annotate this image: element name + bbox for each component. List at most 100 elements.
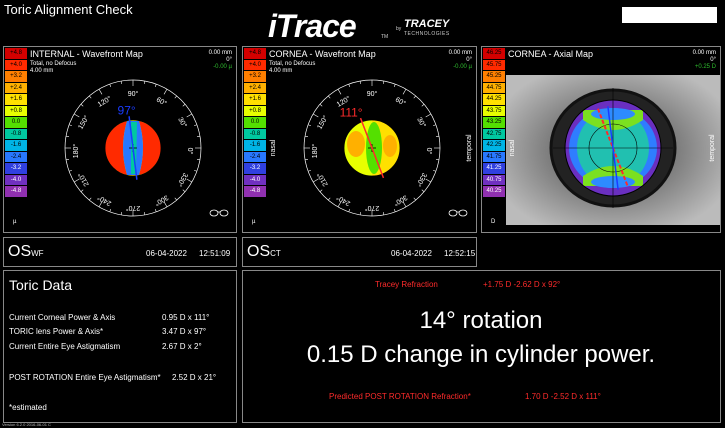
logo-company: TRACEY [404,18,450,30]
scale-step: 40.75 [483,174,505,186]
scale-step: 0.0 [5,117,27,129]
map-info: Total, no Defocus [269,61,316,67]
cornea-axial-panel[interactable]: 46.25 45.75 45.25 44.75 44.25 43.75 43.25 42.75… [481,46,721,233]
map-angle: 0° [710,57,716,63]
toric-title: Toric Data [9,277,73,293]
scale-step: +1.6 [244,94,266,106]
toric-row-value: 2.67 D x 2° [162,342,202,351]
eye-label-ct: OSCT [247,243,281,261]
version-text: Version 6.2.0 2016-06-01 C [2,422,51,427]
scale-step: -3.2 [244,163,266,175]
scale-step: -2.4 [244,151,266,163]
rotation-result-panel: Tracey Refraction +1.75 D -2.62 D x 92° … [242,270,721,423]
axial-map: nasal temporal [506,75,720,225]
degree-label: 90° [128,90,139,98]
degree-label: 0° [425,148,433,155]
degree-label: 300° [153,193,170,207]
logo-company-sub: TECHNOLOGIES [404,31,450,37]
degree-label: 120° [96,94,113,108]
scale-step: +2.4 [244,82,266,94]
scale-step: +0.8 [5,105,27,117]
eye-label: OS [247,243,271,260]
scale-step: -4.0 [244,174,266,186]
predicted-refraction-label: Predicted POST ROTATION Refraction* [329,392,471,401]
map-title: CORNEA - Wavefront Map [269,49,376,59]
rotation-headline: 14° rotation [419,307,543,334]
map-info: Total, no Defocus [30,61,77,67]
toric-row-value: 2.52 D x 21° [172,373,217,382]
window-title: Toric Alignment Check [4,2,133,17]
scale-unit: µ [13,219,17,225]
degree-label: 60° [155,96,168,108]
eye-label-wf: OSWF [8,243,44,261]
toric-row-label: POST ROTATION Entire Eye Astigmatism* [9,373,161,382]
scale-step: 44.75 [483,82,505,94]
scale-unit: µ [252,219,256,225]
toric-row-value: 3.47 D x 97° [162,327,207,336]
scale-step: 42.75 [483,128,505,140]
temporal-label: temporal [709,134,716,162]
eye-label: OS [8,243,32,260]
tracey-refraction-value: +1.75 D -2.62 D x 92° [483,280,561,289]
degree-label: 180° [72,144,80,159]
nasal-label: nasal [509,139,516,156]
scale-step: -0.8 [5,128,27,140]
nasal-label: nasal [270,139,277,156]
scale-step: +4.8 [5,48,27,60]
color-scale: +4.8 +4.0 +3.2 +2.4 +1.6 +0.8 0.0 -0.8 -1.6 -2.4-… [5,48,27,198]
map-title: INTERNAL - Wavefront Map [30,49,143,59]
degree-label: 180° [311,144,319,159]
scale-step: +2.4 [5,82,27,94]
scale-step: -4.8 [5,186,27,198]
toric-row-label: Current Corneal Power & Axis [9,313,116,322]
degree-label: 90° [367,90,378,98]
toric-row-label: TORIC lens Power & Axis* [9,327,104,336]
scale-unit: D [491,219,496,225]
scale-step: 42.25 [483,140,505,152]
scale-step: -1.6 [244,140,266,152]
exam-date: 06-04-2022 [146,249,187,258]
map-info: 4.00 mm [30,68,54,74]
degree-label: 270° [126,204,141,212]
os-ct-row: OSCT 06-04-2022 12:52:15 [242,237,477,267]
exam-time: 12:52:15 [444,249,476,258]
scale-step: 40.25 [483,186,505,198]
degree-label: 30° [415,116,427,129]
scale-step: 43.75 [483,105,505,117]
scale-step: 0.0 [244,117,266,129]
glasses-icon [448,209,468,217]
toric-footnote: *estimated [9,403,47,412]
itrace-logo: iTrace TM by TRACEY TECHNOLOGIES [268,8,458,46]
map-value: +0.25 D [694,64,716,70]
degree-label: 30° [176,116,188,129]
map-angle: 0° [466,57,472,63]
degree-label: 0° [186,148,194,155]
cylinder-change-text: 0.15 D change in cylinder power. [306,341,656,368]
degree-label: 240° [335,193,352,207]
glasses-icon [209,209,229,217]
wavefront-map: 0°30°60°90°120°150°180°210°240°270°300°3… [270,79,473,217]
scale-step: -0.8 [244,128,266,140]
color-scale: +4.8 +4.0 +3.2 +2.4 +1.6 +0.8 0.0 -0.8 -1.6 -2.4-… [244,48,266,198]
map-value: -0.00 µ [453,64,472,70]
internal-wavefront-panel[interactable]: +4.8 +4.0 +3.2 +2.4 +1.6 +0.8 0.0 -0.8 -1.6 -2.4-… [3,46,237,233]
scale-step: -1.6 [5,140,27,152]
toric-row-label: Current Entire Eye Astigmatism [9,342,121,351]
map-angle: 0° [226,57,232,63]
axis-label: 97° [118,103,136,117]
scale-step: -4.8 [244,186,266,198]
map-offset: 0.00 mm [448,50,472,56]
map-title: CORNEA - Axial Map [508,49,594,59]
toric-row-value: 0.95 D x 111° [162,313,210,322]
scale-step: +4.0 [244,59,266,71]
temporal-label: temporal [466,134,473,162]
os-wf-row: OSWF 06-04-2022 12:51:09 [3,237,237,267]
exam-date: 06-04-2022 [391,249,432,258]
logo-by: by [396,26,402,32]
degree-label: 240° [96,193,113,207]
wavefront-map: 0°30°60°90°120°150°180°210°240°270°300°3… [64,79,229,217]
scale-step: 45.75 [483,59,505,71]
cornea-wavefront-panel[interactable]: +4.8 +4.0 +3.2 +2.4 +1.6 +0.8 0.0 -0.8 -1.6 -2.4-… [242,46,477,233]
logo-tm: TM [381,34,389,40]
scale-step: -4.0 [5,174,27,186]
